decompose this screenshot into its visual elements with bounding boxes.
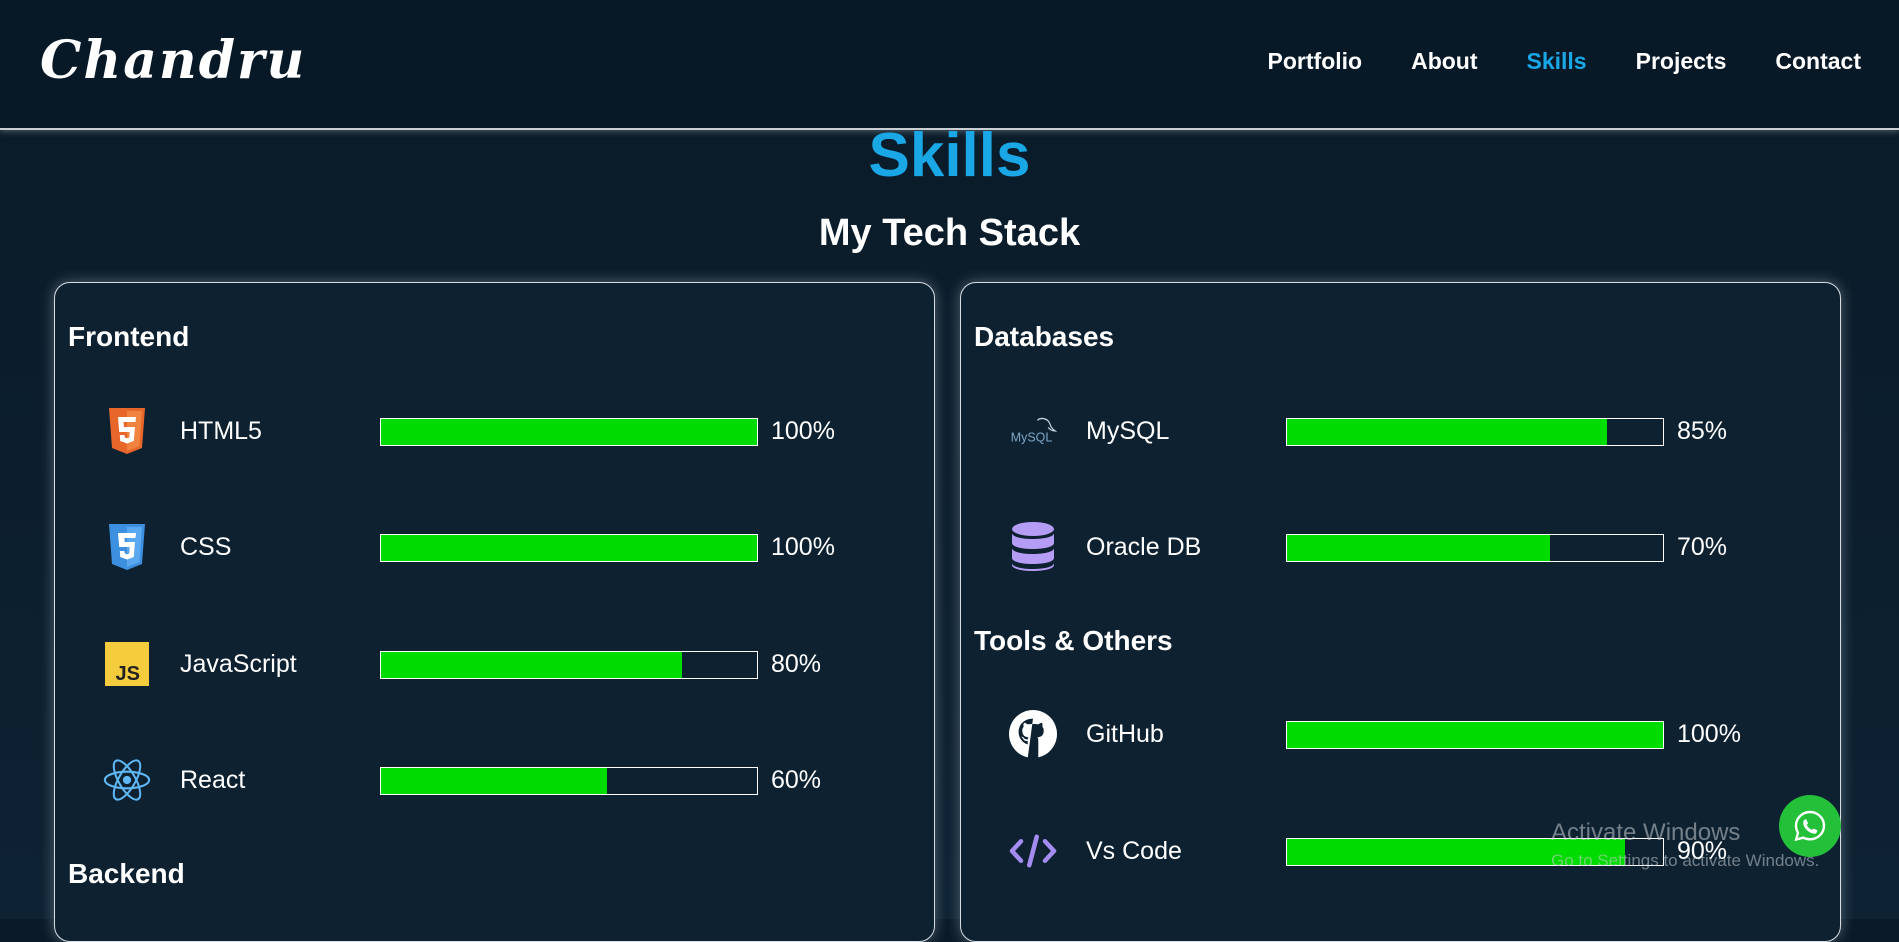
skills-card-left: Frontend HTML5 100% CSS 100% JS JavaScri…: [54, 282, 935, 942]
skill-progress-fill: [381, 652, 682, 678]
skill-percent: 60%: [771, 766, 822, 794]
mysql-icon: MySQL: [1009, 407, 1057, 455]
navbar: Chandru Portfolio About Skills Projects …: [0, 0, 1899, 130]
skill-row: GitHub 100%: [961, 704, 1842, 764]
skill-progress-fill: [381, 768, 607, 794]
whatsapp-button[interactable]: [1779, 795, 1841, 857]
nav-link-portfolio[interactable]: Portfolio: [1268, 48, 1363, 75]
code-icon: [1009, 827, 1057, 875]
javascript-icon: JS: [103, 640, 151, 688]
group-title-databases: Databases: [974, 321, 1115, 352]
skill-row: CSS 100%: [55, 517, 936, 577]
skill-row: React 60%: [55, 750, 936, 810]
section-title: Skills: [868, 121, 1031, 190]
skill-progress-fill: [1287, 535, 1551, 561]
mysql-icon-label: MySQL: [1011, 431, 1053, 445]
skill-progress-fill: [381, 419, 757, 445]
group-title-frontend: Frontend: [68, 321, 190, 352]
html5-icon: [103, 407, 151, 455]
skill-progress-fill: [1287, 419, 1607, 445]
skill-progress-bar: [1286, 534, 1664, 562]
skill-progress-fill: [1287, 722, 1663, 748]
github-icon: [1009, 710, 1057, 758]
skill-percent: 100%: [771, 533, 835, 561]
skill-row: HTML5 100%: [55, 401, 936, 461]
skill-progress-fill: [381, 535, 757, 561]
skill-percent: 100%: [771, 417, 835, 445]
group-title-backend: Backend: [68, 858, 185, 889]
skill-progress-bar: [1286, 721, 1664, 749]
skill-progress-bar: [380, 418, 758, 446]
skill-percent: 100%: [1677, 720, 1741, 748]
skill-name: GitHub: [1086, 720, 1164, 748]
skill-name: JavaScript: [180, 650, 297, 678]
skill-progress-bar: [380, 651, 758, 679]
nav-links: Portfolio About Skills Projects Contact: [1268, 48, 1861, 75]
windows-activation-title: Activate Windows: [1551, 819, 1741, 846]
nav-link-contact[interactable]: Contact: [1775, 48, 1861, 75]
svg-text:JS: JS: [116, 663, 140, 685]
database-icon: [1009, 522, 1057, 571]
react-icon: [103, 756, 151, 804]
nav-link-projects[interactable]: Projects: [1636, 48, 1727, 75]
skill-progress-bar: [1286, 418, 1664, 446]
skill-progress-bar: [380, 767, 758, 795]
skill-name: CSS: [180, 533, 232, 561]
group-title-tools: Tools & Others: [974, 625, 1173, 656]
skill-progress-bar: [380, 534, 758, 562]
skill-name: HTML5: [180, 417, 262, 445]
windows-activation-subtitle: Go to Settings to activate Windows.: [1551, 851, 1820, 870]
skill-percent: 70%: [1677, 533, 1728, 561]
nav-link-about[interactable]: About: [1411, 48, 1477, 75]
skill-name: Vs Code: [1086, 837, 1182, 865]
logo[interactable]: Chandru: [40, 30, 306, 91]
nav-link-skills[interactable]: Skills: [1527, 48, 1587, 75]
skill-row: JS JavaScript 80%: [55, 634, 936, 694]
skill-percent: 80%: [771, 650, 822, 678]
skill-row: MySQL MySQL 85%: [961, 401, 1842, 461]
section-subtitle: My Tech Stack: [818, 212, 1081, 254]
skill-row: Oracle DB 70%: [961, 517, 1842, 577]
skill-name: Oracle DB: [1086, 533, 1202, 561]
skill-name: React: [180, 766, 246, 794]
skill-percent: 85%: [1677, 417, 1728, 445]
css3-icon: [103, 523, 151, 571]
whatsapp-icon: [1794, 810, 1826, 842]
skill-name: MySQL: [1086, 417, 1170, 445]
